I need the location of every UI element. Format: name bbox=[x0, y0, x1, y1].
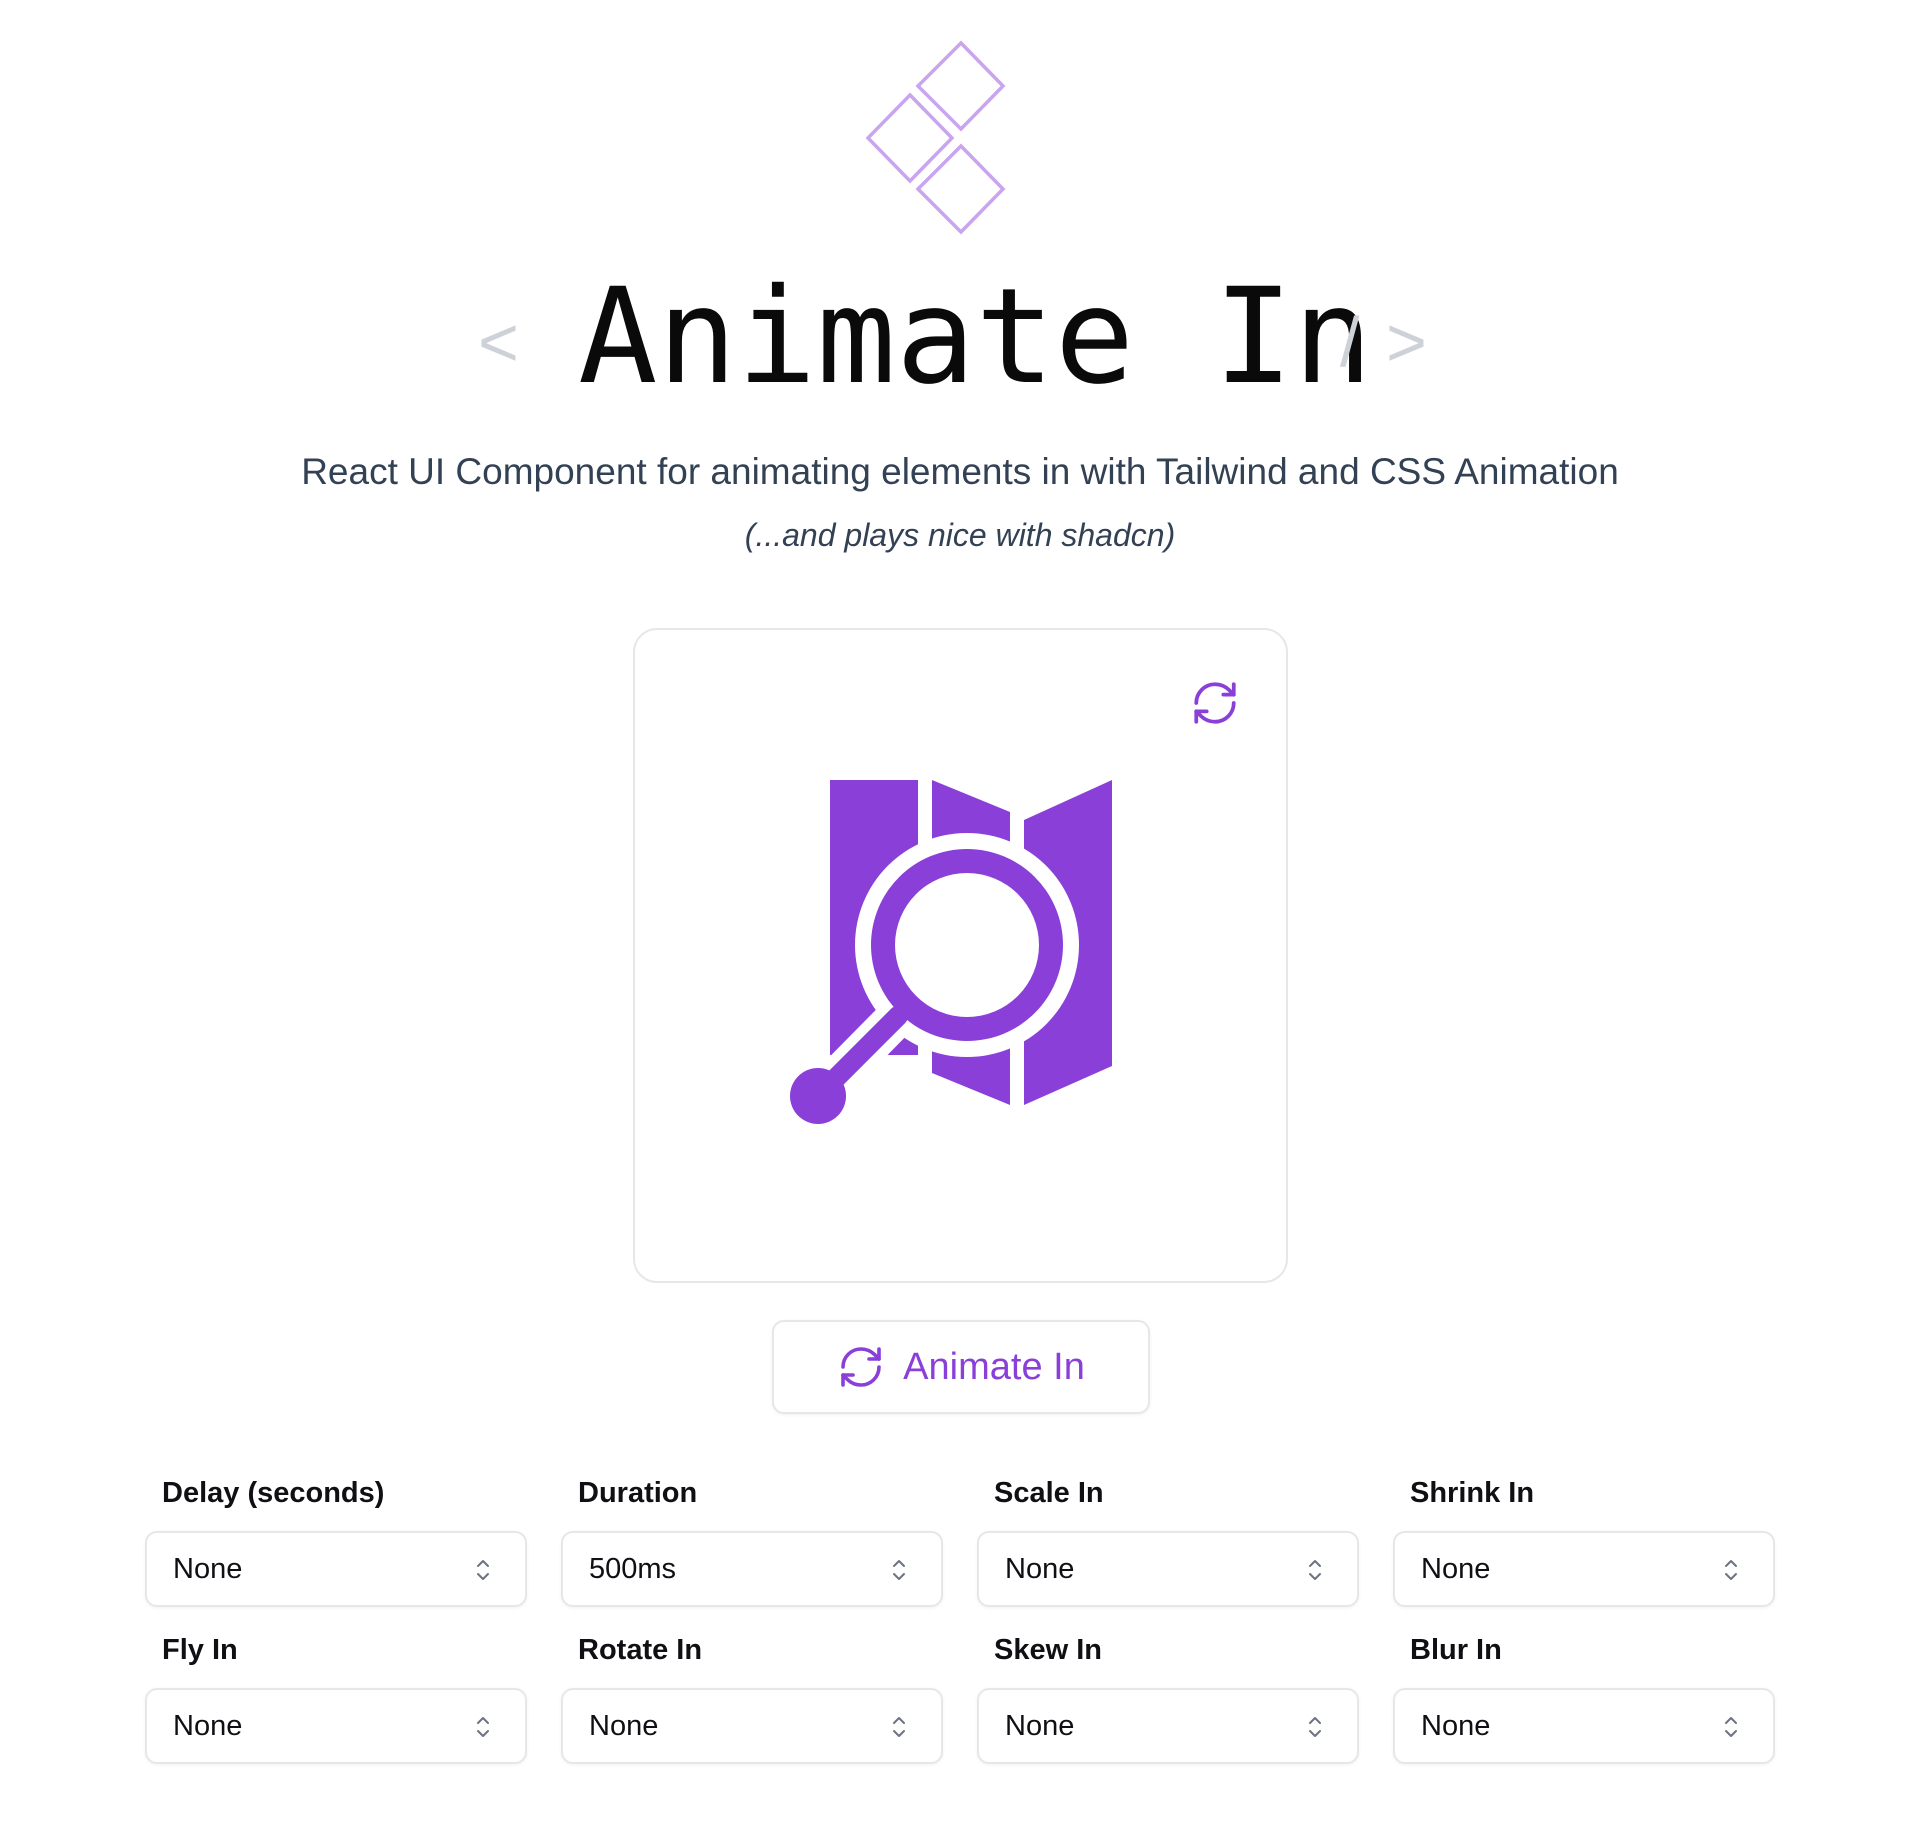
blur-in-select[interactable]: None bbox=[1393, 1688, 1775, 1764]
control-scale-in: Scale In None bbox=[977, 1475, 1359, 1607]
shrink-in-select[interactable]: None bbox=[1393, 1531, 1775, 1607]
scale-in-select[interactable]: None bbox=[977, 1531, 1359, 1607]
animate-in-button-label: Animate In bbox=[903, 1345, 1085, 1388]
chevron-up-down-icon bbox=[1309, 1560, 1321, 1580]
page: < Animate In / > React UI Component for … bbox=[0, 0, 1920, 1824]
control-label: Shrink In bbox=[1410, 1477, 1535, 1509]
control-label: Skew In bbox=[994, 1634, 1102, 1666]
delay-select[interactable]: None bbox=[145, 1531, 527, 1607]
select-value: None bbox=[173, 1553, 243, 1585]
duration-select[interactable]: 500ms bbox=[561, 1531, 943, 1607]
select-value: None bbox=[1421, 1553, 1491, 1585]
control-rotate-in: Rotate In None bbox=[561, 1632, 943, 1764]
chevron-up-down-icon bbox=[477, 1717, 489, 1737]
page-title: < Animate In / > bbox=[0, 262, 1920, 412]
fly-in-select[interactable]: None bbox=[145, 1688, 527, 1764]
control-label: Blur In bbox=[1410, 1634, 1502, 1666]
map-search-icon bbox=[790, 780, 1112, 1124]
select-value: None bbox=[173, 1710, 243, 1742]
chevron-up-down-icon bbox=[893, 1560, 905, 1580]
title-bracket-open: < bbox=[478, 303, 519, 381]
animate-in-button[interactable]: Animate In bbox=[772, 1320, 1150, 1414]
skew-in-select[interactable]: None bbox=[977, 1688, 1359, 1764]
refresh-icon[interactable] bbox=[1190, 678, 1240, 728]
subtitle: React UI Component for animating element… bbox=[301, 451, 1619, 492]
chevron-up-down-icon bbox=[1309, 1717, 1321, 1737]
tagline: (...and plays nice with shadcn) bbox=[744, 517, 1176, 553]
control-delay: Delay (seconds) None bbox=[145, 1475, 527, 1607]
chevron-up-down-icon bbox=[1725, 1560, 1737, 1580]
control-skew-in: Skew In None bbox=[977, 1632, 1359, 1764]
refresh-icon bbox=[841, 1347, 881, 1387]
select-value: 500ms bbox=[589, 1553, 677, 1585]
control-label: Scale In bbox=[994, 1477, 1104, 1509]
control-duration: Duration 500ms bbox=[561, 1475, 943, 1607]
control-label: Delay (seconds) bbox=[162, 1477, 385, 1509]
select-value: None bbox=[1421, 1710, 1491, 1742]
control-fly-in: Fly In None bbox=[145, 1632, 527, 1764]
chevron-up-down-icon bbox=[477, 1560, 489, 1580]
control-shrink-in: Shrink In None bbox=[1393, 1475, 1775, 1607]
preview-card bbox=[633, 628, 1288, 1283]
title-bracket-close: > bbox=[1386, 303, 1427, 381]
select-value: None bbox=[589, 1710, 659, 1742]
chevron-up-down-icon bbox=[1725, 1717, 1737, 1737]
control-label: Duration bbox=[578, 1477, 698, 1509]
select-value: None bbox=[1005, 1553, 1075, 1585]
title-bracket-slash: / bbox=[1340, 303, 1360, 381]
control-blur-in: Blur In None bbox=[1393, 1632, 1775, 1764]
diamond-stack-icon bbox=[865, 40, 1006, 235]
rotate-in-select[interactable]: None bbox=[561, 1688, 943, 1764]
control-label: Rotate In bbox=[578, 1634, 703, 1666]
control-label: Fly In bbox=[162, 1634, 238, 1666]
title-text: Animate In bbox=[578, 260, 1373, 414]
select-value: None bbox=[1005, 1710, 1075, 1742]
chevron-up-down-icon bbox=[893, 1717, 905, 1737]
